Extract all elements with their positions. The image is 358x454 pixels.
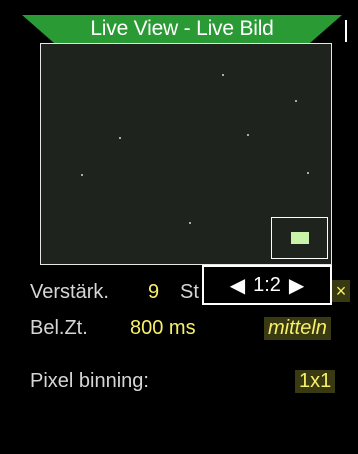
- star: [222, 74, 224, 76]
- star: [81, 174, 83, 176]
- title-divider: [345, 20, 347, 42]
- zoom-indicator[interactable]: [271, 217, 328, 259]
- zoom-right-icon[interactable]: ▶: [289, 273, 304, 298]
- star: [307, 172, 309, 174]
- page-title: Live View - Live Bild: [90, 17, 274, 40]
- partial-label: St: [180, 281, 199, 303]
- star: [295, 100, 297, 102]
- exposure-label: Bel.Zt.: [30, 317, 88, 339]
- live-view: [40, 43, 332, 265]
- gain-value[interactable]: 9: [148, 281, 159, 304]
- star: [247, 134, 249, 136]
- star: [119, 137, 121, 139]
- zoom-left-icon[interactable]: ◀: [230, 273, 245, 298]
- star: [189, 222, 191, 224]
- zoom-popup[interactable]: ◀ 1:2 ▶: [202, 265, 332, 305]
- gain-label: Verstärk.: [30, 281, 109, 303]
- zoom-ratio: 1:2: [253, 273, 281, 296]
- zoom-region-marker: [291, 232, 309, 244]
- exposure-value[interactable]: 800 ms: [130, 317, 196, 340]
- binning-value-chip[interactable]: 1x1: [295, 370, 336, 393]
- exposure-mode-chip[interactable]: mitteln: [264, 317, 331, 340]
- close-icon[interactable]: ×: [332, 280, 350, 302]
- binning-label: Pixel binning:: [30, 370, 149, 392]
